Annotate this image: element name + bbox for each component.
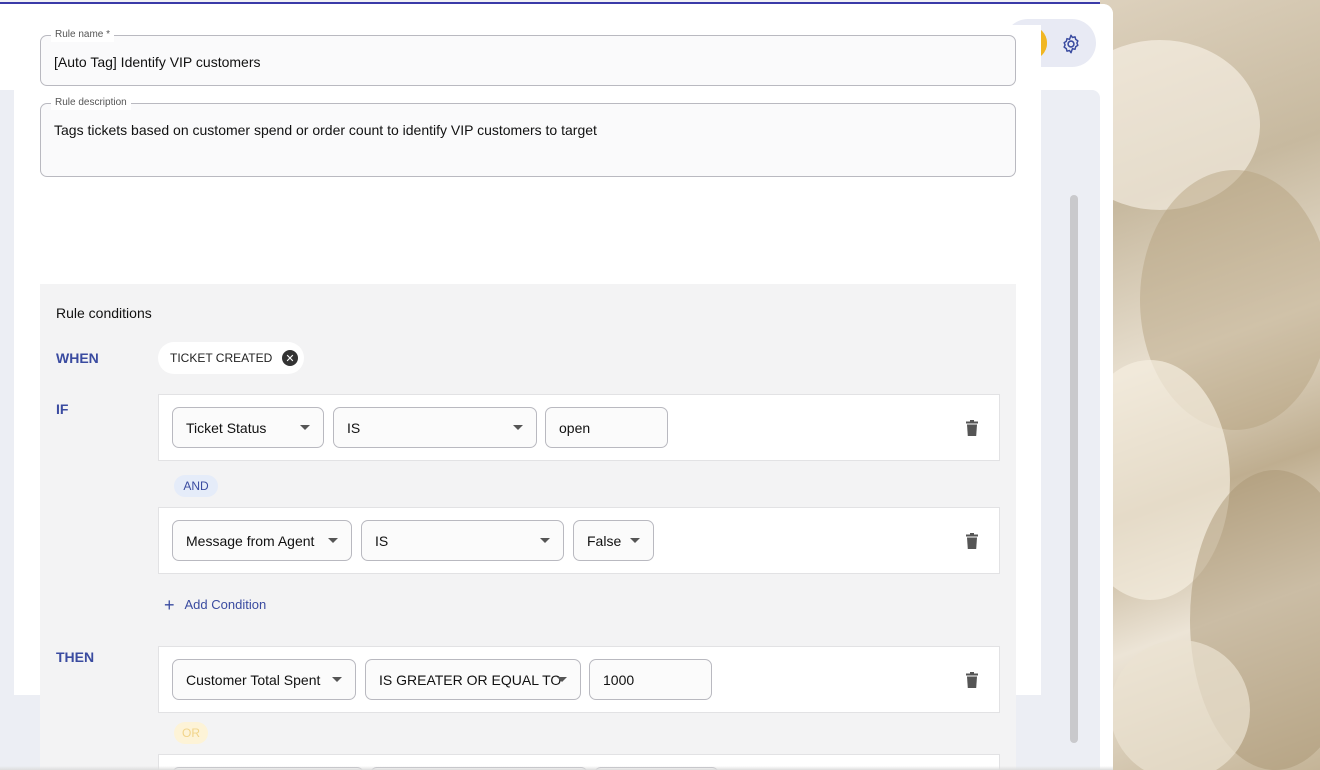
if-label: IF [56, 401, 69, 417]
condition-field-value: Message from Agent [186, 532, 315, 549]
action-operator-value: IS GREATER OR EQUAL TO [379, 671, 562, 688]
condition-value-input[interactable]: open [545, 407, 668, 448]
condition-value-select[interactable]: False [573, 520, 654, 561]
chevron-down-icon [630, 538, 640, 543]
desktop-wallpaper [1100, 0, 1320, 770]
add-condition-button[interactable]: + Add Condition [164, 594, 267, 615]
action-value-input[interactable]: 1000 [589, 659, 712, 700]
chevron-down-icon [540, 538, 550, 543]
action-field-value: Customer Total Spent [186, 671, 321, 688]
rule-description-label: Rule description [51, 96, 131, 110]
rule-name-field[interactable]: Rule name * [Auto Tag] Identify VIP cust… [40, 28, 1016, 86]
trash-icon[interactable] [966, 672, 978, 688]
rule-name-value: [Auto Tag] Identify VIP customers [54, 54, 261, 70]
action-row: Customer Total Spent IS GREATER OR EQUAL… [158, 646, 1000, 713]
trash-icon[interactable] [966, 420, 978, 436]
rule-conditions-section: Rule conditions WHEN TICKET CREATED ✕ IF… [40, 284, 1016, 770]
app-window: FR Rule name * [Auto Tag] Identify VIP c… [0, 4, 1113, 770]
remove-trigger-icon[interactable]: ✕ [282, 350, 298, 366]
chevron-down-icon [557, 677, 567, 682]
scrollbar-thumb[interactable] [1070, 195, 1078, 743]
action-operator-select[interactable]: IS GREATER OR EQUAL TO [365, 659, 581, 700]
trash-icon[interactable] [966, 533, 978, 549]
and-connector[interactable]: AND [174, 475, 218, 497]
condition-field-select[interactable]: Message from Agent [172, 520, 352, 561]
action-field-select[interactable]: Customer Total Spent [172, 659, 356, 700]
rule-conditions-title: Rule conditions [56, 305, 152, 321]
chevron-down-icon [332, 677, 342, 682]
when-label: WHEN [56, 350, 99, 366]
then-label: THEN [56, 649, 95, 665]
chevron-down-icon [328, 538, 338, 543]
add-condition-label: Add Condition [184, 597, 267, 612]
condition-operator-value: IS [375, 532, 389, 549]
condition-row: Ticket Status IS open [158, 394, 1000, 461]
condition-field-value: Ticket Status [186, 419, 267, 436]
chevron-down-icon [300, 425, 310, 430]
condition-operator-value: IS [347, 419, 361, 436]
condition-operator-select[interactable]: IS [333, 407, 537, 448]
rule-description-field[interactable]: Rule description Tags tickets based on c… [40, 96, 1016, 177]
condition-operator-select[interactable]: IS [361, 520, 564, 561]
window-bottom-edge [0, 766, 1113, 770]
condition-row: Message from Agent IS False [158, 507, 1000, 574]
condition-value-text: False [587, 532, 622, 549]
chevron-down-icon [513, 425, 523, 430]
condition-value-text: open [559, 419, 591, 436]
action-value-text: 1000 [603, 671, 635, 688]
rule-name-label: Rule name * [51, 28, 115, 42]
condition-field-select[interactable]: Ticket Status [172, 407, 324, 448]
rule-description-value: Tags tickets based on customer spend or … [54, 122, 597, 138]
gear-icon[interactable] [1060, 33, 1082, 55]
plus-icon: + [164, 594, 175, 615]
trigger-chip-label: TICKET CREATED [170, 351, 273, 365]
or-connector[interactable]: OR [174, 722, 208, 744]
scrollbar[interactable] [1065, 111, 1079, 751]
trigger-chip[interactable]: TICKET CREATED ✕ [158, 342, 304, 374]
